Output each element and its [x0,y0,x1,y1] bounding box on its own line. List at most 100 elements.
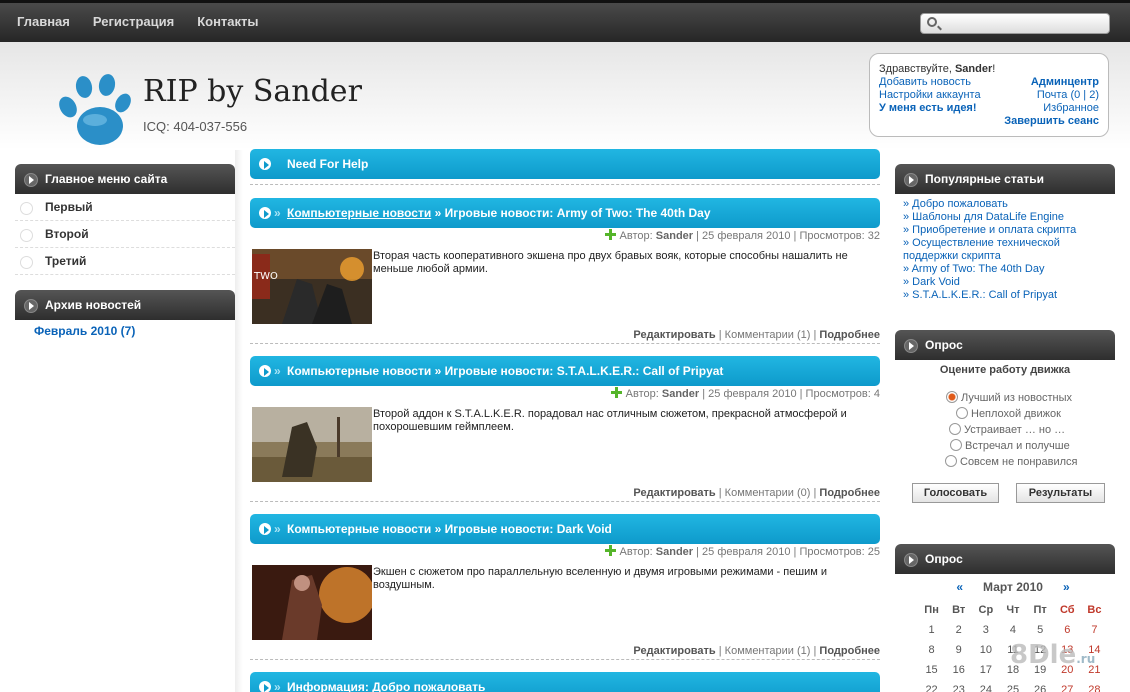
calendar: «Март 2010» Пн Вт Ср Чт Пт Сб Вс 1234567… [918,580,1108,692]
more-link[interactable]: Подробнее [819,329,880,341]
results-button[interactable]: Результаты [1016,483,1105,503]
poll-option[interactable]: Совсем не понравился [945,455,1078,468]
radio-icon[interactable] [949,423,961,435]
author-label: Автор: [625,388,659,400]
calendar-day: 1 [928,624,935,636]
nav-contacts[interactable]: Контакты [197,14,258,29]
post-title[interactable]: » Игровые новости: S.T.A.L.K.E.R.: Call … [435,364,724,378]
post-title[interactable]: Информация: Добро пожаловать [287,680,485,692]
plus-icon[interactable] [604,545,616,556]
calendar-day: 15 [925,664,938,676]
radio-icon[interactable] [956,407,968,419]
logout-link[interactable]: Завершить сеанс [1004,115,1099,127]
dle-watermark: 8Dle.ru [1010,640,1095,670]
post-text: Вторая часть кооперативного экшена про д… [373,250,848,275]
account-settings-link[interactable]: Настройки аккаунта [879,89,981,101]
weekday-header: Пт [1033,604,1047,616]
post-meta: Автор: Sander | 25 февраля 2010 | Просмо… [250,387,880,400]
calendar-day: 9 [955,644,962,656]
vote-button[interactable]: Голосовать [912,483,999,503]
popular-item[interactable]: » Army of Two: The 40th Day [903,263,1044,275]
nav-register[interactable]: Регистрация [93,14,174,29]
need-help-bar[interactable]: Need For Help [250,149,880,179]
post-thumbnail-army-of-two[interactable]: TWO [252,249,372,324]
calendar-day: 24 [979,684,992,692]
calendar-day: 2 [955,624,962,636]
bullet-icon: » [274,522,281,536]
popular-item[interactable]: » Dark Void [903,276,960,288]
popular-header: Популярные статьи [895,164,1115,194]
plus-icon[interactable] [610,387,622,398]
author-name[interactable]: Sander [656,546,693,558]
calendar-prev-link[interactable]: « [956,580,963,594]
comments-link[interactable]: | Комментарии (1) | [719,329,817,341]
more-link[interactable]: Подробнее [819,645,880,657]
column-shadow [235,150,243,692]
radio-checked-icon[interactable] [946,391,958,403]
weekday-header: Вт [952,604,966,616]
menu-item-second[interactable]: Второй [15,221,235,248]
author-label: Автор: [619,546,653,558]
poll-option[interactable]: Лучший из новостных [946,391,1072,404]
popular-item[interactable]: » Шаблоны для DataLife Engine [903,211,1064,223]
popular-item[interactable]: » Осуществление технической поддержки ск… [903,237,1060,262]
edit-link[interactable]: Редактировать [633,329,715,341]
author-name[interactable]: Sander [656,230,693,242]
post-category-link[interactable]: Компьютерные новости [287,364,431,378]
poll-header: Опрос [895,330,1115,360]
more-link[interactable]: Подробнее [819,487,880,499]
post-category-link[interactable]: Компьютерные новости [287,522,431,536]
menu-item-third[interactable]: Третий [15,248,235,275]
post-title-bar[interactable]: » Компьютерные новости » Игровые новости:… [250,514,880,544]
comments-link[interactable]: | Комментарии (1) | [719,645,817,657]
poll-option[interactable]: Неплохой движок [956,407,1061,420]
weekday-header: Сб [1059,604,1075,616]
popular-item[interactable]: » S.T.A.L.K.E.R.: Call of Pripyat [903,289,1057,301]
post-category-link[interactable]: Компьютерные новости [287,206,431,220]
menu-item-first[interactable]: Первый [15,194,235,221]
popular-item[interactable]: » Добро пожаловать [903,198,1008,210]
edit-link[interactable]: Редактировать [633,645,715,657]
site-title: RIP by Sander [143,74,362,109]
weekday-header: Ср [978,604,994,616]
idea-link[interactable]: У меня есть идея! [879,102,977,114]
poll-option-label: Совсем не понравился [960,456,1078,468]
plus-icon[interactable] [604,229,616,240]
post-date-views: | 25 февраля 2010 | Просмотров: 32 [696,230,880,242]
calendar-day: 7 [1091,624,1098,636]
add-news-link[interactable]: Добавить новость [879,76,971,88]
calendar-day: 28 [1088,684,1101,692]
user-panel: Здравствуйте, Sander! Добавить новость Н… [869,53,1109,137]
bullet-icon: » [274,680,281,692]
mail-link[interactable]: Почта (0 | 2) [1037,89,1099,101]
post-title-bar[interactable]: » Компьютерные новости » Игровые новости:… [250,198,880,228]
calendar-day: 10 [979,644,992,656]
need-help-label: Need For Help [287,157,369,171]
poll-option[interactable]: Встречал и получше [950,439,1070,452]
greeting-excl: ! [992,63,996,75]
post-title-bar[interactable]: » Информация: Добро пожаловать [250,672,880,692]
weekday-header: Чт [1006,604,1020,616]
post-title[interactable]: » Игровые новости: Army of Two: The 40th… [435,206,711,220]
search-input[interactable] [920,13,1110,34]
paw-logo-icon [59,74,131,145]
calendar-next-link[interactable]: » [1063,580,1070,594]
favorites-link[interactable]: Избранное [1043,102,1099,114]
poll-option[interactable]: Устраивает … но … [949,423,1065,436]
divider [250,343,880,344]
radio-icon[interactable] [945,455,957,467]
post-meta: Автор: Sander | 25 февраля 2010 | Просмо… [250,229,880,242]
admin-center-link[interactable]: Админцентр [1031,76,1099,88]
post-thumbnail-stalker[interactable] [252,407,372,482]
post-date-views: | 25 февраля 2010 | Просмотров: 25 [696,546,880,558]
author-name[interactable]: Sander [662,388,699,400]
popular-item[interactable]: » Приобретение и оплата скрипта [903,224,1076,236]
comments-link[interactable]: | Комментарии (0) | [719,487,817,499]
post-title[interactable]: » Игровые новости: Dark Void [435,522,612,536]
nav-home[interactable]: Главная [17,14,70,29]
post-title-bar[interactable]: » Компьютерные новости » Игровые новости:… [250,356,880,386]
edit-link[interactable]: Редактировать [633,487,715,499]
post-thumbnail-dark-void[interactable] [252,565,372,640]
radio-icon[interactable] [950,439,962,451]
archive-february-link[interactable]: Февраль 2010 (7) [34,324,135,338]
